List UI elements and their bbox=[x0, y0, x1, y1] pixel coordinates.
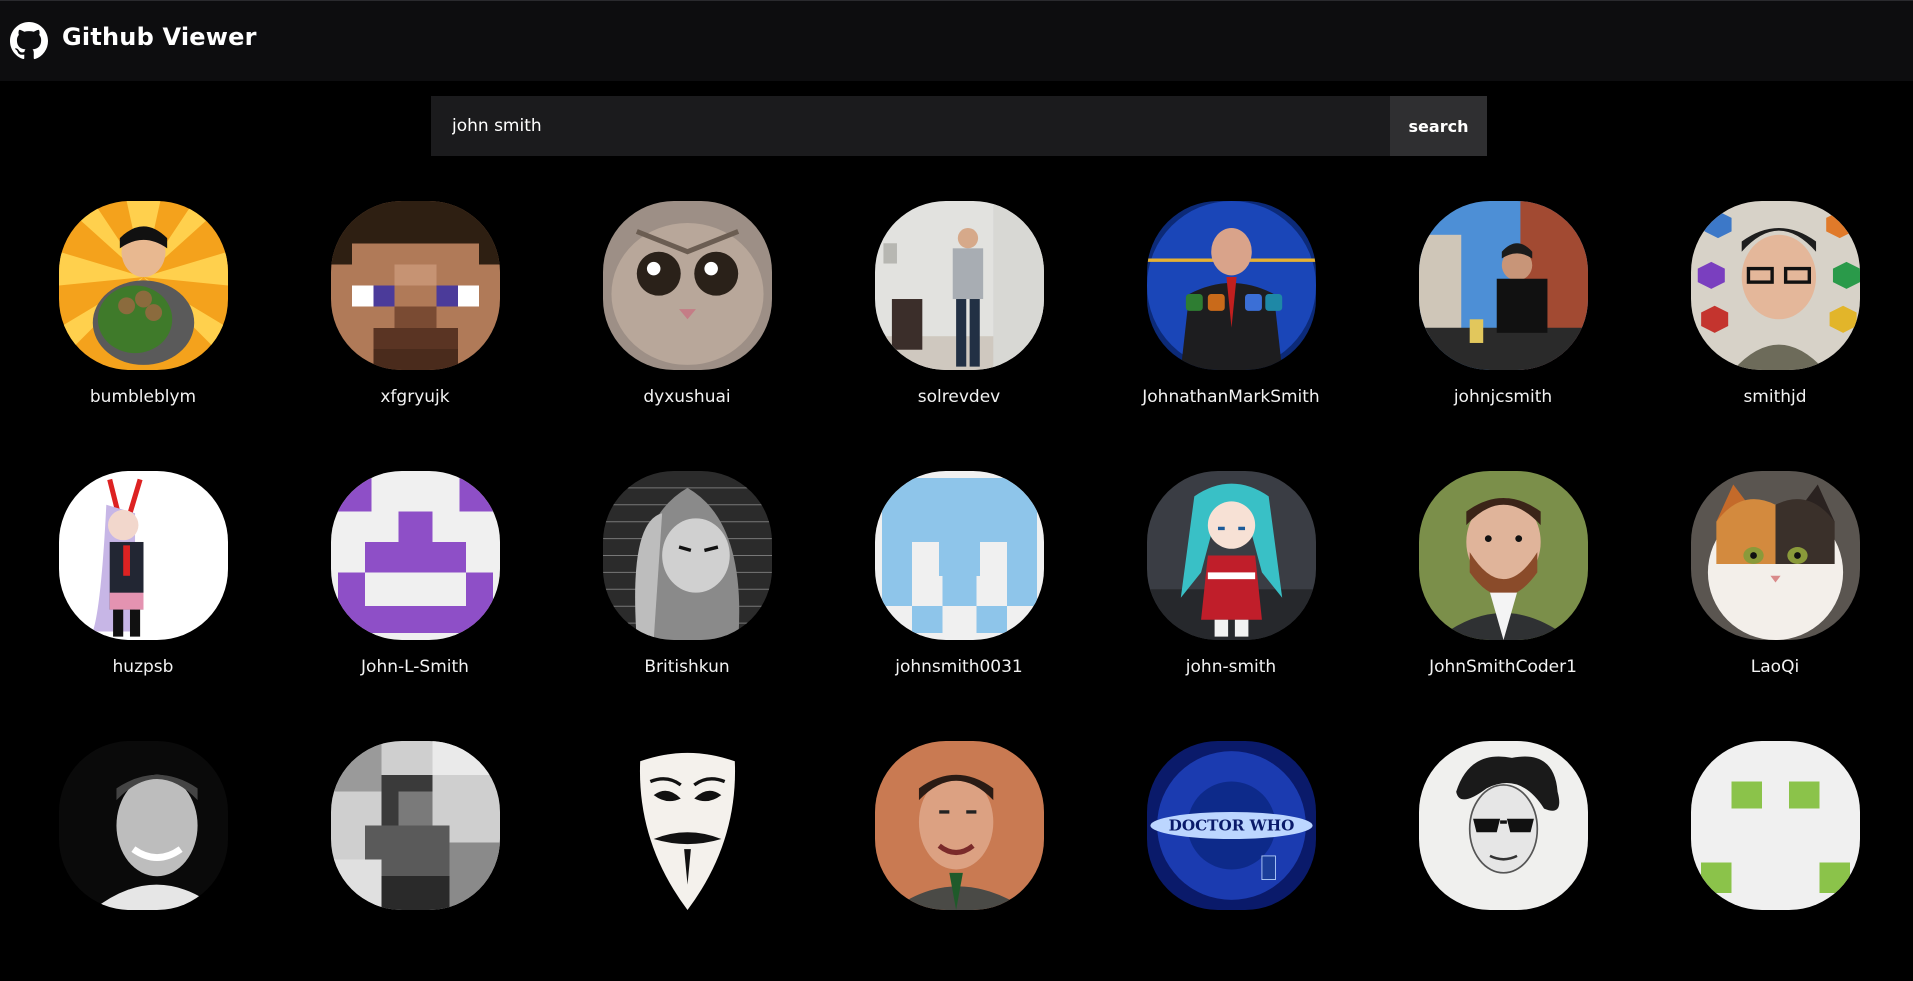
user-card[interactable]: John-L-Smith bbox=[279, 471, 551, 711]
user-card[interactable]: bumbleblym bbox=[7, 201, 279, 441]
username[interactable]: smithjd bbox=[1743, 387, 1806, 407]
user-card[interactable]: johnsmith0031 bbox=[823, 471, 1095, 711]
user-card[interactable]: solrevdev bbox=[823, 201, 1095, 441]
user-avatar bbox=[330, 201, 500, 370]
user-avatar bbox=[1690, 741, 1860, 910]
user-card[interactable]: johnjcsmith bbox=[1367, 201, 1639, 441]
user-card[interactable] bbox=[1367, 741, 1639, 981]
user-card[interactable] bbox=[823, 741, 1095, 981]
user-avatar bbox=[874, 741, 1044, 910]
user-avatar bbox=[602, 741, 772, 910]
svg-text:DOCTOR WHO: DOCTOR WHO bbox=[1168, 817, 1294, 835]
user-grid: bumbleblym xfgryujk dyxushuai solrevdev … bbox=[0, 0, 1913, 912]
user-avatar bbox=[58, 471, 228, 640]
user-avatar bbox=[330, 471, 500, 640]
user-card[interactable]: dyxushuai bbox=[551, 201, 823, 441]
user-avatar bbox=[1146, 201, 1316, 370]
user-card[interactable]: LaoQi bbox=[1639, 471, 1911, 711]
username[interactable]: johnjcsmith bbox=[1454, 387, 1552, 407]
user-avatar bbox=[1690, 471, 1860, 640]
user-card[interactable]: john-smith bbox=[1095, 471, 1367, 711]
user-card[interactable] bbox=[551, 741, 823, 981]
username[interactable]: JohnSmithCoder1 bbox=[1429, 657, 1577, 677]
user-card[interactable] bbox=[7, 741, 279, 981]
user-avatar bbox=[874, 201, 1044, 370]
username[interactable]: johnsmith0031 bbox=[895, 657, 1023, 677]
user-avatar bbox=[1418, 741, 1588, 910]
user-card[interactable]: JohnSmithCoder1 bbox=[1367, 471, 1639, 711]
user-avatar bbox=[1418, 201, 1588, 370]
user-avatar: DOCTOR WHO bbox=[1146, 741, 1316, 910]
user-card[interactable]: huzpsb bbox=[7, 471, 279, 711]
user-avatar bbox=[1418, 471, 1588, 640]
user-avatar bbox=[1690, 201, 1860, 370]
username[interactable]: john-smith bbox=[1186, 657, 1276, 677]
user-avatar bbox=[874, 471, 1044, 640]
user-card[interactable]: Britishkun bbox=[551, 471, 823, 711]
username[interactable]: huzpsb bbox=[113, 657, 174, 677]
username[interactable]: LaoQi bbox=[1751, 657, 1799, 677]
username[interactable]: solrevdev bbox=[918, 387, 1000, 407]
user-card[interactable]: JohnathanMarkSmith bbox=[1095, 201, 1367, 441]
user-avatar bbox=[330, 741, 500, 910]
username[interactable]: bumbleblym bbox=[90, 387, 196, 407]
username[interactable]: xfgryujk bbox=[380, 387, 449, 407]
username[interactable]: Britishkun bbox=[644, 657, 729, 677]
user-card[interactable] bbox=[279, 741, 551, 981]
username[interactable]: John-L-Smith bbox=[361, 657, 469, 677]
user-avatar bbox=[1146, 471, 1316, 640]
user-avatar bbox=[58, 741, 228, 910]
user-card[interactable] bbox=[1639, 741, 1911, 981]
user-avatar bbox=[602, 201, 772, 370]
user-card[interactable]: xfgryujk bbox=[279, 201, 551, 441]
user-card[interactable]: smithjd bbox=[1639, 201, 1911, 441]
user-card[interactable]: DOCTOR WHO bbox=[1095, 741, 1367, 981]
username[interactable]: JohnathanMarkSmith bbox=[1142, 387, 1319, 407]
username[interactable]: dyxushuai bbox=[643, 387, 730, 407]
user-avatar bbox=[602, 471, 772, 640]
user-avatar bbox=[58, 201, 228, 370]
